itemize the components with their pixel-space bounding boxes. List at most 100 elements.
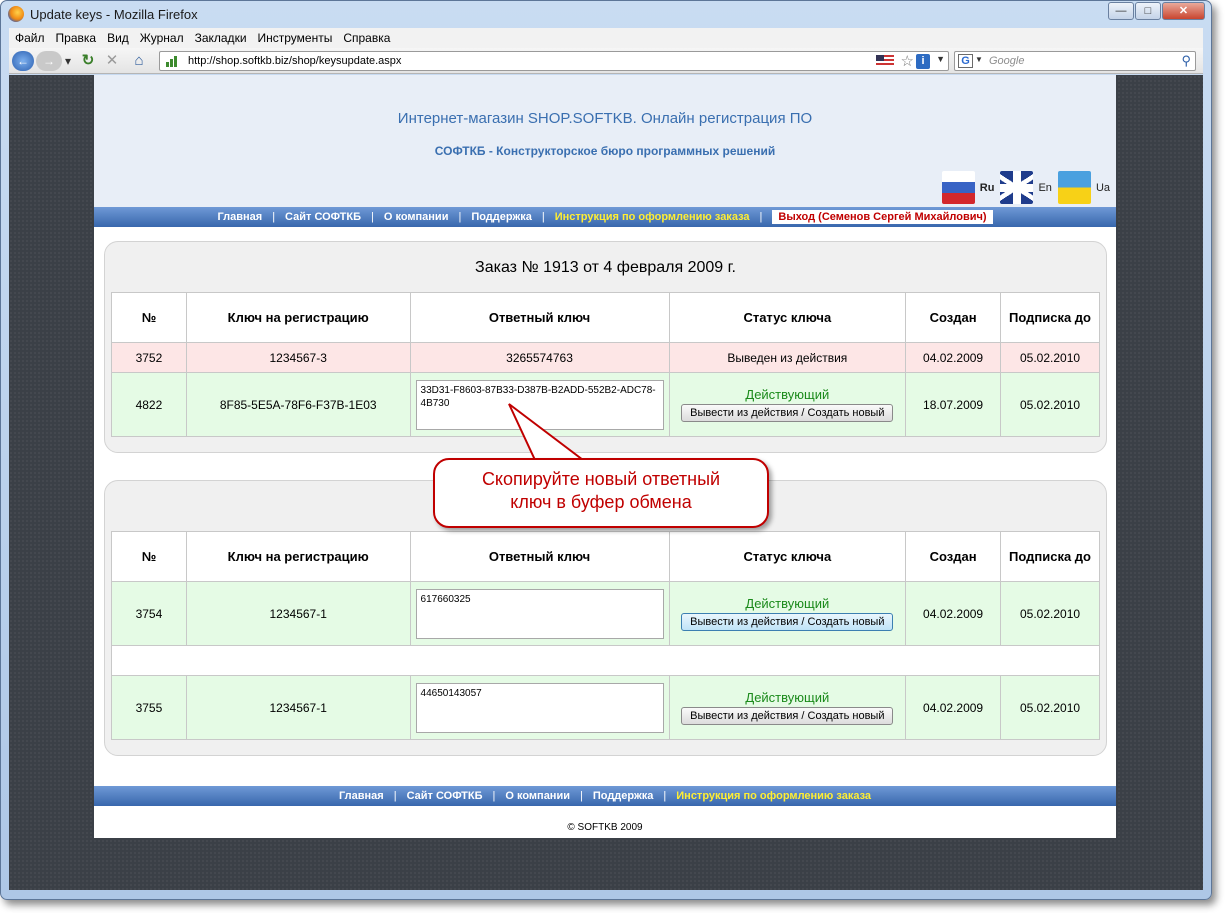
search-icon[interactable]: ⚲ — [1181, 53, 1191, 69]
stop-icon[interactable]: ✕ — [103, 51, 121, 71]
status-cell: Действующий Вывести из действия / Создат… — [668, 372, 907, 437]
nav-order-instructions-link[interactable]: Инструкция по оформлению заказа — [676, 790, 871, 802]
key-number: 4822 — [111, 372, 187, 437]
table-header-row: № Ключ на регистрацию Ответный ключ Стат… — [111, 292, 1100, 343]
callout-line-2: ключ в буфер обмена — [510, 492, 692, 512]
nav-softkb-site-link[interactable]: Сайт СОФТКБ — [285, 211, 361, 223]
lang-en[interactable]: En — [1000, 171, 1052, 204]
info-icon[interactable]: i — [916, 54, 930, 69]
table-row: 3752 1234567-3 3265574763 Выведен из дей… — [111, 342, 1100, 373]
revoke-create-button[interactable]: Вывести из действия / Создать новый — [681, 404, 894, 422]
resp-key-cell: 44650143057 — [409, 675, 670, 740]
col-created-header: Создан — [905, 531, 1002, 582]
menu-bar: Файл Правка Вид Журнал Закладки Инструме… — [9, 28, 1203, 48]
maximize-button[interactable]: □ — [1135, 2, 1161, 20]
created-date: 04.02.2009 — [905, 675, 1002, 740]
search-engine-dropdown-icon[interactable]: ▼ — [975, 55, 983, 64]
reg-key: 8F85-5E5A-78F6-F37B-1E03 — [185, 372, 411, 437]
col-until-header: Подписка до — [1000, 531, 1100, 582]
keys-table: № Ключ на регистрацию Ответный ключ Стат… — [111, 531, 1100, 740]
status-label: Действующий — [745, 690, 830, 705]
resp-key-cell: 617660325 — [409, 581, 670, 646]
lang-ru-label[interactable]: Ru — [980, 182, 995, 194]
col-resp-key-header: Ответный ключ — [409, 531, 670, 582]
menu-help[interactable]: Справка — [343, 31, 390, 45]
lang-en-label[interactable]: En — [1038, 182, 1051, 194]
lang-ru[interactable]: Ru — [941, 171, 995, 204]
nav-separator: | — [759, 211, 763, 223]
key-number: 3755 — [111, 675, 187, 740]
created-date: 04.02.2009 — [905, 581, 1002, 646]
copyright: © SOFTKB 2009 — [567, 822, 643, 833]
window-controls: — □ ✕ — [1107, 2, 1205, 20]
instruction-callout: Скопируйте новый ответный ключ в буфер о… — [433, 458, 769, 528]
history-dropdown-icon[interactable]: ▾ — [63, 51, 73, 71]
forward-button[interactable]: → — [36, 51, 62, 71]
ukraine-flag-icon[interactable] — [1057, 171, 1091, 204]
until-date: 05.02.2010 — [1000, 675, 1100, 740]
menu-bookmarks[interactable]: Закладки — [195, 31, 247, 45]
russia-flag-icon[interactable] — [941, 171, 975, 204]
url-dropdown-icon[interactable]: ▼ — [936, 54, 945, 64]
status-cell: Действующий Вывести из действия / Создат… — [668, 675, 907, 740]
col-until-header: Подписка до — [1000, 292, 1100, 343]
callout-line-1: Скопируйте новый ответный — [481, 469, 721, 489]
search-input[interactable]: Google — [989, 55, 1024, 67]
nav-support-link[interactable]: Поддержка — [593, 790, 654, 802]
window-title: Update keys - Mozilla Firefox — [30, 7, 198, 22]
status-label: Выведен из действия — [668, 342, 907, 373]
col-reg-key-header: Ключ на регистрацию — [185, 292, 411, 343]
nav-softkb-site-link[interactable]: Сайт СОФТКБ — [407, 790, 483, 802]
bottom-navigation: Главная | Сайт СОФТКБ | О компании | Под… — [94, 786, 1116, 806]
until-date: 05.02.2010 — [1000, 581, 1100, 646]
url-text[interactable]: http://shop.softkb.biz/shop/keysupdate.a… — [188, 55, 401, 67]
nav-order-instructions-link[interactable]: Инструкция по оформлению заказа — [555, 211, 750, 223]
home-icon[interactable]: ⌂ — [129, 51, 149, 71]
status-label: Действующий — [745, 387, 830, 402]
address-bar[interactable]: http://shop.softkb.biz/shop/keysupdate.a… — [159, 51, 949, 71]
nav-about-link[interactable]: О компании — [384, 211, 449, 223]
google-icon[interactable]: G — [958, 54, 973, 68]
minimize-button[interactable]: — — [1108, 2, 1134, 20]
resp-key-textarea[interactable]: 44650143057 — [415, 682, 664, 733]
col-status-header: Статус ключа — [668, 531, 907, 582]
menu-view[interactable]: Вид — [107, 31, 129, 45]
nav-home-link[interactable]: Главная — [217, 211, 262, 223]
revoke-create-button[interactable]: Вывести из действия / Создать новый — [681, 707, 894, 725]
reg-key: 1234567-3 — [185, 342, 411, 373]
site-subtitle: СОФТКБ - Конструкторское бюро программны… — [434, 144, 776, 158]
search-bar[interactable]: G ▼ Google ⚲ — [954, 51, 1196, 71]
menu-history[interactable]: Журнал — [140, 31, 184, 45]
resp-key-textarea[interactable]: 617660325 — [415, 588, 664, 639]
reg-key: 1234567-1 — [185, 675, 411, 740]
uk-flag-icon[interactable] — [1000, 171, 1034, 204]
back-button[interactable]: ← — [12, 51, 34, 71]
status-label: Действующий — [745, 596, 830, 611]
menu-tools[interactable]: Инструменты — [258, 31, 333, 45]
table-row: 3755 1234567-1 44650143057 Действующий В… — [111, 675, 1100, 740]
nav-home-link[interactable]: Главная — [339, 790, 384, 802]
menu-edit[interactable]: Правка — [56, 31, 97, 45]
us-flag-icon — [876, 55, 894, 67]
col-number-header: № — [111, 292, 187, 343]
revoke-create-button[interactable]: Вывести из действия / Создать новый — [681, 613, 894, 631]
bookmark-star-icon[interactable]: ☆ — [901, 52, 914, 70]
menu-file[interactable]: Файл — [15, 31, 45, 45]
logout-link[interactable]: Выход (Семенов Сергей Михайлович) — [772, 210, 993, 224]
table-header-row: № Ключ на регистрацию Ответный ключ Стат… — [111, 531, 1100, 582]
lang-ua-label[interactable]: Ua — [1096, 182, 1110, 194]
until-date: 05.02.2010 — [1000, 342, 1100, 373]
reload-icon[interactable]: ↻ — [79, 51, 97, 71]
created-date: 04.02.2009 — [905, 342, 1002, 373]
col-created-header: Создан — [905, 292, 1002, 343]
site-title: Интернет-магазин SHOP.SOFTKB. Онлайн рег… — [397, 110, 813, 127]
table-row: 3754 1234567-1 617660325 Действующий Выв… — [111, 581, 1100, 646]
lang-ua[interactable]: Ua — [1057, 171, 1110, 204]
nav-about-link[interactable]: О компании — [505, 790, 570, 802]
status-cell: Действующий Вывести из действия / Создат… — [668, 581, 907, 646]
nav-separator: | — [663, 790, 667, 802]
nav-support-link[interactable]: Поддержка — [471, 211, 532, 223]
col-reg-key-header: Ключ на регистрацию — [185, 531, 411, 582]
close-button[interactable]: ✕ — [1162, 2, 1205, 20]
reg-key: 1234567-1 — [185, 581, 411, 646]
